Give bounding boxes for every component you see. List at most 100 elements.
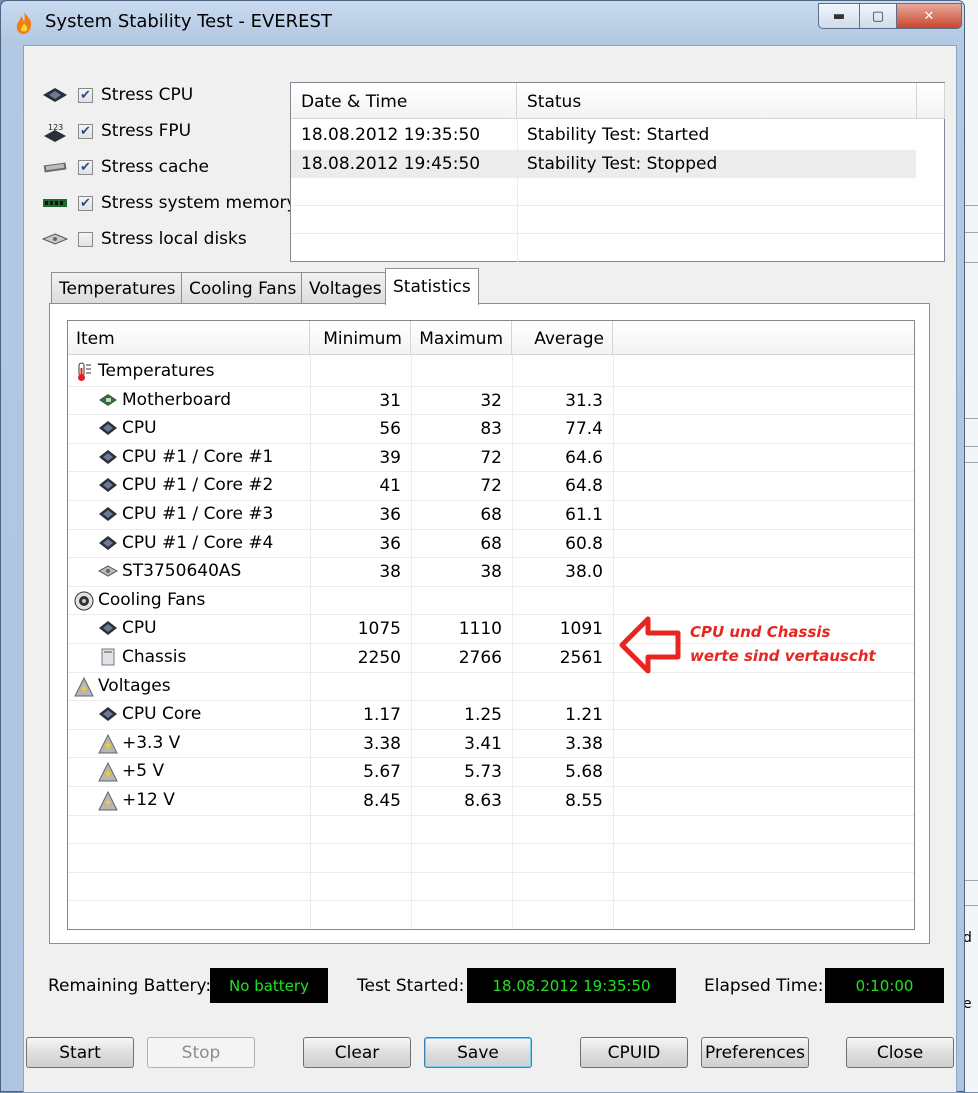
stability-test-window: System Stability Test - EVEREST ▬ ▢ ✕ ✔ S… bbox=[0, 0, 966, 1093]
stats-row[interactable]: CPU #1 / Core #2 41 72 64.8 bbox=[68, 472, 914, 501]
stats-maximum: 2766 bbox=[458, 648, 502, 668]
log-time: 18.08.2012 19:35:50 bbox=[301, 125, 481, 145]
log-header-datetime[interactable]: Date & Time bbox=[291, 83, 517, 119]
stats-row[interactable]: +12 V 8.45 8.63 8.55 bbox=[68, 787, 914, 816]
stats-header-minimum[interactable]: Minimum bbox=[310, 321, 411, 355]
stats-empty-row bbox=[68, 901, 914, 929]
stats-maximum: 1.25 bbox=[464, 705, 502, 726]
stress-cpu-option[interactable]: ✔ Stress CPU bbox=[42, 82, 193, 108]
battery-value: No battery bbox=[210, 968, 328, 1003]
stats-maximum: 83 bbox=[480, 419, 502, 440]
voltage-icon bbox=[74, 676, 94, 697]
stress-cpu-checkbox[interactable]: ✔ bbox=[78, 87, 93, 103]
stress-system-memory-option[interactable]: ✔ Stress system memory bbox=[42, 190, 297, 216]
stats-row[interactable]: CPU Core 1.17 1.25 1.21 bbox=[68, 701, 914, 730]
stats-group-row[interactable]: Cooling Fans bbox=[68, 587, 914, 616]
stats-empty-row bbox=[68, 844, 914, 873]
stats-average: 64.8 bbox=[565, 476, 603, 497]
log-status: Stability Test: Stopped bbox=[527, 154, 718, 174]
preferences-button[interactable]: Preferences bbox=[701, 1037, 809, 1068]
clear-button[interactable]: Clear bbox=[303, 1037, 411, 1068]
test-started-value: 18.08.2012 19:35:50 bbox=[467, 968, 676, 1003]
stats-minimum: 2250 bbox=[357, 648, 401, 668]
stats-average: 64.6 bbox=[565, 447, 603, 468]
stats-item-label: +5 V bbox=[122, 761, 165, 782]
stress-fpu-option[interactable]: 123 ✔ Stress FPU bbox=[42, 118, 191, 144]
cpuid-button[interactable]: CPUID bbox=[580, 1037, 688, 1068]
stats-average: 3.38 bbox=[565, 733, 603, 754]
stats-average: 1091 bbox=[559, 619, 603, 640]
save-button[interactable]: Save bbox=[424, 1037, 532, 1068]
stats-item-label: CPU #1 / Core #1 bbox=[122, 446, 274, 467]
stats-header-average[interactable]: Average bbox=[512, 321, 613, 355]
stress-fpu-checkbox[interactable]: ✔ bbox=[78, 123, 93, 139]
stats-maximum: 3.41 bbox=[464, 733, 502, 754]
stats-item-label: Chassis bbox=[122, 647, 187, 667]
stats-row[interactable]: +3.3 V 3.38 3.41 3.38 bbox=[68, 730, 914, 759]
stress-local-disks-label: Stress local disks bbox=[101, 229, 247, 249]
stats-item-label: Cooling Fans bbox=[98, 589, 206, 610]
stats-row[interactable]: CPU #1 / Core #4 36 68 60.8 bbox=[68, 530, 914, 559]
stats-maximum: 38 bbox=[480, 562, 502, 583]
stress-cache-checkbox[interactable]: ✔ bbox=[78, 159, 93, 175]
window-title: System Stability Test - EVEREST bbox=[45, 11, 332, 32]
stats-minimum: 5.67 bbox=[363, 762, 401, 783]
stress-system-memory-label: Stress system memory bbox=[101, 193, 297, 213]
tab-temperatures[interactable]: Temperatures bbox=[51, 272, 184, 303]
stress-cache-option[interactable]: ✔ Stress cache bbox=[42, 154, 209, 180]
stats-average: 1.21 bbox=[565, 705, 603, 726]
stats-header-item[interactable]: Item bbox=[68, 321, 310, 355]
stats-row[interactable]: CPU 56 83 77.4 bbox=[68, 415, 914, 444]
stress-cache-label: Stress cache bbox=[101, 157, 209, 177]
voltage-icon bbox=[98, 762, 118, 782]
close-button[interactable]: Close bbox=[846, 1037, 954, 1068]
stats-minimum: 41 bbox=[379, 476, 401, 497]
stats-maximum: 8.63 bbox=[464, 791, 502, 811]
minimize-button[interactable]: ▬ bbox=[818, 3, 860, 29]
stop-button[interactable]: Stop bbox=[147, 1037, 255, 1068]
log-header-status[interactable]: Status bbox=[517, 83, 917, 119]
stats-item-label: CPU #1 / Core #4 bbox=[122, 532, 274, 553]
disk-icon bbox=[97, 562, 119, 580]
memory-icon bbox=[42, 194, 68, 212]
log-time: 18.08.2012 19:45:50 bbox=[301, 154, 481, 174]
statistics-table[interactable]: Item Minimum Maximum Average Temperature… bbox=[67, 320, 915, 930]
test-started-label: Test Started: bbox=[357, 976, 465, 996]
stats-row[interactable]: CPU #1 / Core #1 39 72 64.6 bbox=[68, 444, 914, 473]
log-row[interactable]: 18.08.2012 19:45:50 Stability Test: Stop… bbox=[291, 150, 916, 178]
close-window-button[interactable]: ✕ bbox=[896, 3, 962, 29]
cpu-icon bbox=[98, 448, 118, 466]
stats-average: 77.4 bbox=[565, 419, 603, 440]
stats-row[interactable]: +5 V 5.67 5.73 5.68 bbox=[68, 758, 914, 787]
red-arrow-icon bbox=[619, 616, 681, 674]
stats-maximum: 72 bbox=[480, 476, 502, 497]
stats-minimum: 1075 bbox=[357, 619, 401, 640]
maximize-button[interactable]: ▢ bbox=[859, 3, 897, 29]
title-bar[interactable]: System Stability Test - EVEREST ▬ ▢ ✕ bbox=[1, 1, 966, 45]
client-area: ✔ Stress CPU 123 ✔ Stress FPU ✔ Stress cache ✔ S… bbox=[23, 45, 957, 1093]
tab-statistics[interactable]: Statistics bbox=[385, 268, 479, 305]
stats-item-label: CPU bbox=[122, 418, 157, 439]
voltage-icon bbox=[98, 733, 118, 754]
stats-average: 2561 bbox=[559, 648, 603, 668]
stats-average: 31.3 bbox=[565, 390, 603, 411]
annotation-line2: werte sind vertauscht bbox=[690, 647, 876, 665]
stress-local-disks-checkbox[interactable] bbox=[78, 231, 93, 247]
stats-row[interactable]: Motherboard 31 32 31.3 bbox=[68, 387, 914, 416]
stats-row[interactable]: ST3750640AS 38 38 38.0 bbox=[68, 558, 914, 587]
statistics-panel: Item Minimum Maximum Average Temperature… bbox=[49, 303, 930, 944]
tab-cooling-fans[interactable]: Cooling Fans bbox=[181, 272, 305, 303]
stats-row[interactable]: CPU #1 / Core #3 36 68 61.1 bbox=[68, 501, 914, 530]
stress-local-disks-option[interactable]: Stress local disks bbox=[41, 226, 247, 252]
stats-header-maximum[interactable]: Maximum bbox=[411, 321, 512, 355]
start-button[interactable]: Start bbox=[26, 1037, 134, 1068]
stats-group-row[interactable]: Temperatures bbox=[68, 358, 914, 387]
stats-average: 61.1 bbox=[565, 505, 603, 525]
cpu-icon bbox=[98, 476, 118, 494]
log-row[interactable]: 18.08.2012 19:35:50 Stability Test: Star… bbox=[291, 121, 916, 149]
cpu-icon bbox=[98, 619, 118, 637]
tab-voltages[interactable]: Voltages bbox=[301, 272, 390, 303]
stress-system-memory-checkbox[interactable]: ✔ bbox=[78, 195, 93, 211]
stats-maximum: 5.73 bbox=[464, 762, 502, 783]
event-log-list[interactable]: Date & Time Status 18.08.2012 19:35:50 S… bbox=[290, 82, 945, 262]
